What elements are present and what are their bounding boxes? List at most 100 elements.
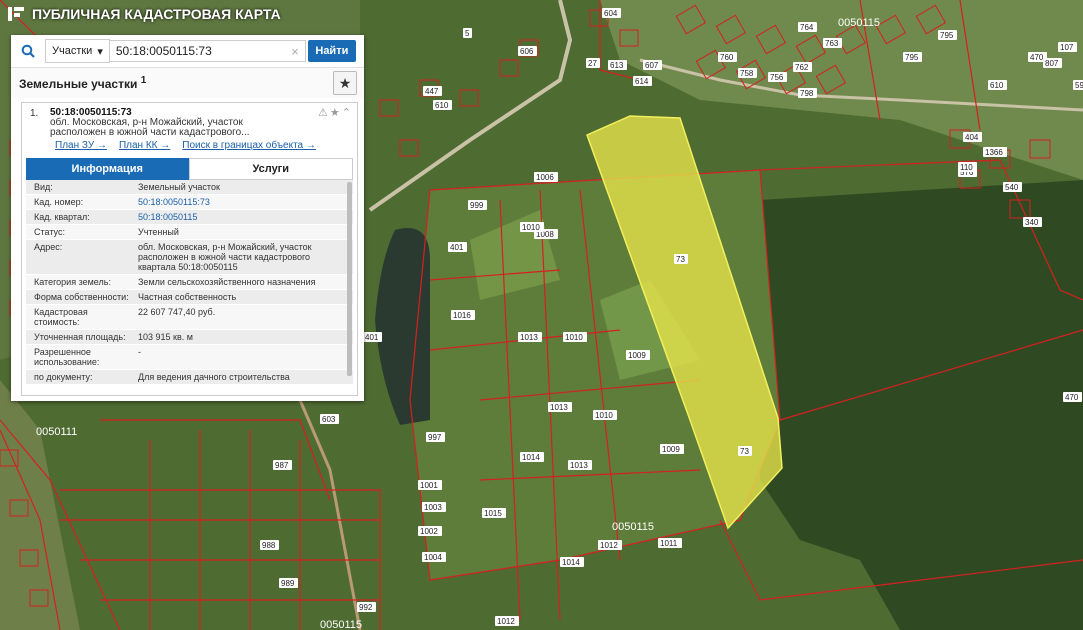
parcel-label: 607 (645, 61, 659, 70)
info-label: Вид: (34, 182, 53, 192)
clear-icon[interactable]: × (291, 44, 299, 59)
warning-icon[interactable]: ⚠ (318, 107, 330, 119)
tab-services[interactable]: Услуги (188, 158, 353, 180)
parcel-label: 110 (960, 163, 973, 172)
plan-kk-link[interactable]: План КК → (119, 140, 170, 154)
parcel-label: 795 (905, 53, 919, 62)
parcel-label: 758 (740, 69, 754, 78)
parcel-label: 1003 (424, 503, 442, 512)
parcel-label: 1366 (985, 148, 1003, 157)
info-value: Для ведения дачного строительства (138, 372, 290, 382)
info-value[interactable]: 50:18:0050115:73 (132, 195, 353, 209)
search-in-bounds-link[interactable]: Поиск в границах объекта → (182, 140, 316, 154)
parcel-label: 999 (470, 201, 484, 210)
search-bar: Участки ▾ 50:18:0050115:73 × Найти (11, 35, 364, 68)
info-row: Форма собственности: Частная собственност… (26, 290, 353, 305)
info-row: Разрешенное использование: - (26, 345, 353, 370)
parcel-label: 1001 (420, 481, 438, 490)
app-title: ПУБЛИЧНАЯ КАДАСТРОВАЯ КАРТА (32, 6, 281, 22)
parcel-label: 997 (428, 433, 442, 442)
parcel-label: 5 (465, 29, 470, 38)
parcel-label: 756 (770, 73, 784, 82)
search-type-label: Участки (52, 45, 93, 57)
results-header: Земельные участки 1 ★ (11, 68, 364, 98)
info-row: Категория земель: Земли сельскохозяйствен… (26, 275, 353, 290)
parcel-label: 1013 (520, 333, 538, 342)
info-row: по документу: Для ведения дачного строите… (26, 370, 353, 385)
parcel-label: 795 (940, 31, 954, 40)
info-row: Кад. номер: 50:18:0050115:73 (26, 195, 353, 210)
info-value: Частная собственность (138, 292, 237, 302)
parcel-label: 610 (435, 101, 449, 110)
info-value: - (138, 347, 141, 357)
parcel-label: 1004 (424, 553, 442, 562)
info-row: Кадастровая стоимость: 22 607 747,40 руб. (26, 305, 353, 330)
info-scrollbar[interactable] (347, 182, 352, 376)
parcel-label: 613 (610, 61, 624, 70)
parcel-label: 1016 (453, 311, 471, 320)
info-label: Форма собственности: (34, 292, 129, 302)
parcel-label: 1012 (600, 541, 618, 550)
info-label: Кад. квартал: (34, 212, 90, 222)
parcel-label: 1010 (565, 333, 583, 342)
parcel-label: 606 (520, 47, 534, 56)
parcel-label: 807 (1045, 59, 1059, 68)
parcel-label: 1015 (484, 509, 502, 518)
parcel-label: 340 (1025, 218, 1039, 227)
parcel-label: 447 (425, 87, 439, 96)
results-title-text: Земельные участки (19, 77, 138, 91)
search-type-select[interactable]: Участки ▾ (45, 39, 110, 63)
result-actions: ⚠★⌃ (318, 106, 353, 119)
info-row: Уточненная площадь: 103 915 кв. м (26, 330, 353, 345)
info-row: Статус: Учтенный (26, 225, 353, 240)
info-value: 103 915 кв. м (138, 332, 193, 342)
app-header: ПУБЛИЧНАЯ КАДАСТРОВАЯ КАРТА (8, 6, 281, 22)
parcel-label: 1013 (570, 461, 588, 470)
parcel-label: 604 (604, 9, 618, 18)
parcel-label: 404 (965, 133, 979, 142)
tab-info[interactable]: Информация (26, 158, 189, 180)
star-outline-icon[interactable]: ★ (330, 107, 342, 119)
info-value: обл. Московская, р-н Можайский, участок … (138, 242, 312, 272)
result-links: План ЗУ → План КК → Поиск в границах объ… (22, 140, 357, 154)
chevron-up-icon[interactable]: ⌃ (342, 107, 353, 119)
info-label: Уточненная площадь: (34, 332, 126, 342)
plan-zu-link[interactable]: План ЗУ → (55, 140, 107, 154)
parcel-label: 1014 (522, 453, 540, 462)
search-input[interactable]: 50:18:0050115:73 × (109, 40, 306, 62)
star-icon: ★ (338, 74, 352, 91)
result-address: обл. Московская, р-н Можайский, участок … (50, 117, 250, 138)
parcel-label: 1010 (522, 223, 540, 232)
parcel-label: 540 (1005, 183, 1019, 192)
info-row: Вид: Земельный участок (26, 180, 353, 195)
quarter-label: 0050115 (838, 17, 880, 29)
parcel-label: 107 (1060, 43, 1074, 52)
parcel-label: 603 (322, 415, 336, 424)
search-query: 50:18:0050115:73 (115, 44, 212, 58)
parcel-label: 988 (262, 541, 276, 550)
info-value[interactable]: 50:18:0050115 (132, 210, 353, 224)
parcel-label: 764 (800, 23, 814, 32)
info-label: Разрешенное использование: (34, 347, 100, 367)
info-row: Адрес: обл. Московская, р-н Можайский, уч… (26, 240, 353, 275)
find-button[interactable]: Найти (307, 40, 356, 62)
info-label: Кад. номер: (34, 197, 84, 207)
app-logo-icon (8, 7, 26, 21)
result-tabs: Информация Услуги (26, 158, 353, 180)
info-label: Статус: (34, 227, 65, 237)
parcel-label: 470 (1065, 393, 1079, 402)
info-label: Категория земель: (34, 277, 111, 287)
search-panel: Участки ▾ 50:18:0050115:73 × Найти Земел… (11, 35, 364, 401)
parcel-label: 597 (1075, 81, 1083, 90)
search-icon[interactable] (11, 35, 45, 67)
favorite-star-button[interactable]: ★ (333, 71, 357, 95)
info-value: Земли сельскохозяйственного назначения (138, 277, 316, 287)
parcel-label: 992 (359, 603, 373, 612)
parcel-label: 1010 (595, 411, 613, 420)
info-label: Адрес: (34, 242, 63, 252)
parcel-label: 1013 (550, 403, 568, 412)
parcel-label: 1006 (536, 173, 554, 182)
results-title: Земельные участки 1 (19, 75, 146, 91)
parcel-label: 1014 (562, 558, 580, 567)
parcel-label: 1009 (662, 445, 680, 454)
